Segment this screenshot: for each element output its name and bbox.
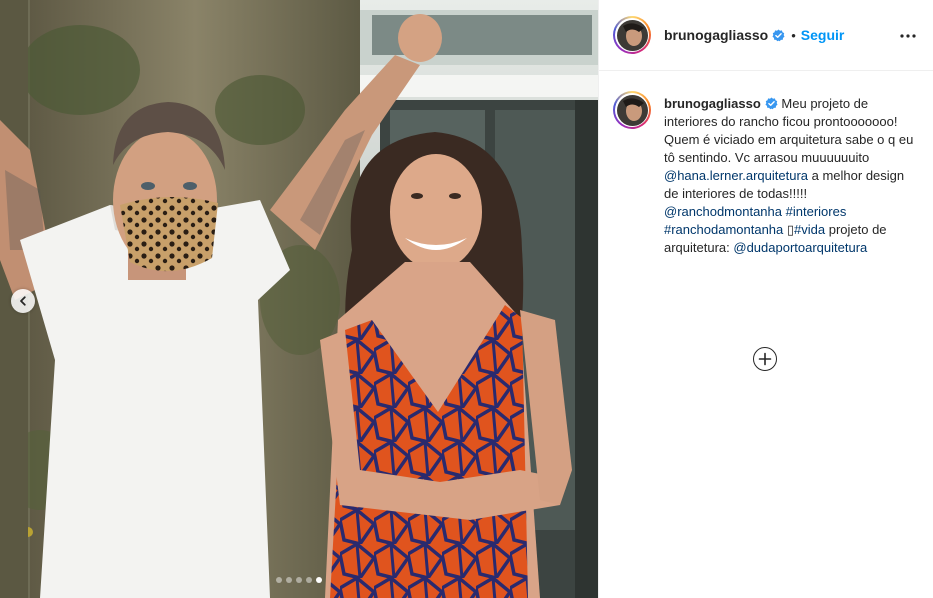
carousel-dot — [316, 577, 322, 583]
mention-hana-lerner[interactable]: @hana.lerner.arquitetura — [664, 168, 808, 183]
more-options-button[interactable] — [897, 25, 919, 47]
header-separator: • — [791, 27, 796, 43]
avatar-image — [616, 94, 648, 126]
author-avatar[interactable] — [613, 16, 651, 54]
hashtag-interiores[interactable]: #interiores — [786, 204, 847, 219]
carousel-indicator — [0, 577, 598, 583]
header-username[interactable]: brunogagliasso — [664, 27, 768, 43]
post-header: brunogagliasso • Seguir — [599, 0, 933, 71]
carousel-prev-button[interactable] — [11, 289, 35, 313]
instagram-post: brunogagliasso • Seguir brunogagliasso M… — [0, 0, 933, 598]
load-more-comments-button[interactable] — [753, 347, 777, 371]
follow-button[interactable]: Seguir — [801, 27, 845, 43]
mention-ranchodmontanha[interactable]: @ranchodmontanha — [664, 204, 782, 219]
caption-author-avatar[interactable] — [613, 91, 651, 129]
post-photo — [0, 0, 598, 598]
plus-circle-icon — [758, 352, 772, 366]
caption-comment: brunogagliasso Meu projeto de interiores… — [599, 71, 933, 257]
hashtag-ranchodamontanha[interactable]: #ranchodamontanha — [664, 222, 783, 237]
post-media[interactable] — [0, 0, 598, 598]
mention-dudaporto[interactable]: @dudaportoarquitetura — [733, 240, 867, 255]
carousel-dot — [286, 577, 292, 583]
carousel-dot — [276, 577, 282, 583]
carousel-dot — [296, 577, 302, 583]
more-options-icon — [900, 34, 916, 38]
carousel-dot — [306, 577, 312, 583]
post-side-panel: brunogagliasso • Seguir brunogagliasso M… — [598, 0, 933, 598]
verified-badge-icon — [765, 97, 778, 110]
caption-symbol: ▯ — [783, 222, 795, 237]
hashtag-vida[interactable]: #vida — [794, 222, 825, 237]
chevron-left-icon — [20, 296, 26, 306]
caption-text: brunogagliasso Meu projeto de interiores… — [664, 95, 919, 257]
verified-badge-icon — [772, 29, 785, 42]
avatar-image — [616, 19, 648, 51]
caption-username[interactable]: brunogagliasso — [664, 96, 761, 111]
